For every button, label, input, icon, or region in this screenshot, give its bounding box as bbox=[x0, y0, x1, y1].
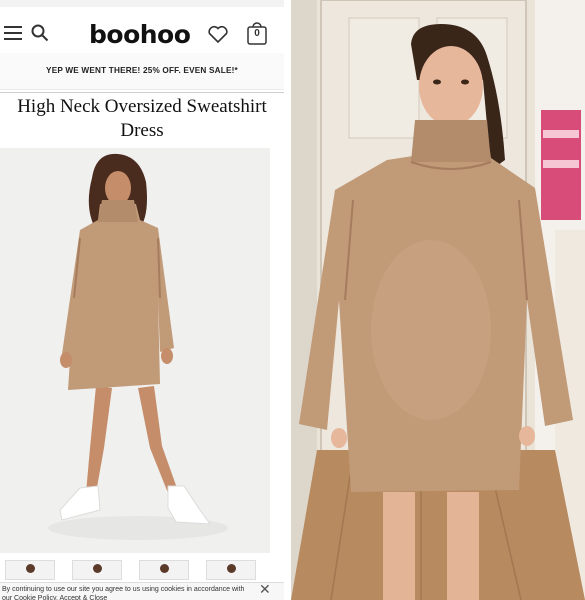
promo-banner[interactable]: YEP WE WENT THERE! 25% OFF. EVEN SALE!* bbox=[0, 53, 284, 90]
cookie-banner-text: By continuing to use our site you agree … bbox=[2, 586, 245, 600]
heart-icon[interactable] bbox=[207, 25, 229, 43]
product-title: High Neck Oversized Sweatshirt Dress bbox=[0, 92, 284, 143]
divider bbox=[284, 0, 291, 600]
thumbnail[interactable] bbox=[206, 560, 256, 580]
shopping-bag-icon[interactable]: 0 bbox=[246, 21, 268, 45]
shop-screenshot: boohoo 0 YEP WE WENT THERE! 25% OFF. EVE… bbox=[0, 0, 284, 600]
brand-logo[interactable]: boohoo bbox=[89, 20, 191, 49]
close-icon[interactable]: ✕ bbox=[259, 583, 271, 596]
menu-icon[interactable] bbox=[4, 26, 22, 40]
bag-count: 0 bbox=[254, 28, 260, 39]
product-photo[interactable] bbox=[0, 148, 270, 553]
thumbnail-strip bbox=[0, 560, 284, 580]
thumbnail[interactable] bbox=[5, 560, 55, 580]
cookie-banner: By continuing to use our site you agree … bbox=[0, 582, 284, 600]
real-life-photo bbox=[291, 0, 585, 600]
thumbnail[interactable] bbox=[72, 560, 122, 580]
status-bar bbox=[0, 0, 284, 7]
site-header: boohoo 0 bbox=[0, 7, 284, 53]
thumbnail[interactable] bbox=[139, 560, 189, 580]
search-icon[interactable] bbox=[31, 24, 49, 42]
